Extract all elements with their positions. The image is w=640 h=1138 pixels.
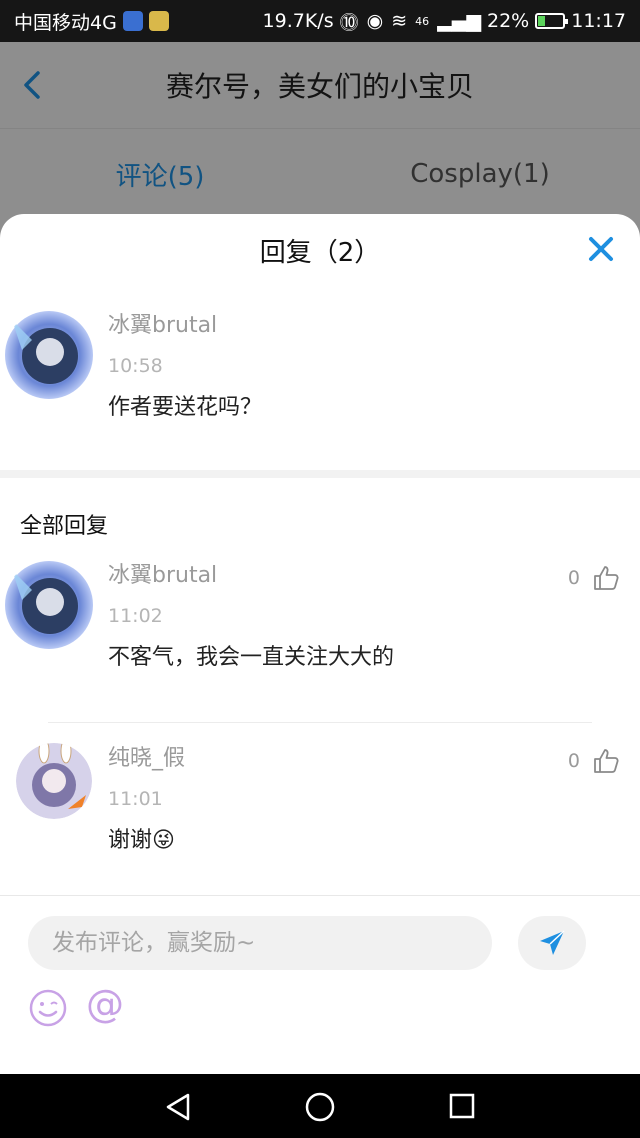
app-notification-icon [122,11,143,31]
status-bar: 中国移动4G 19.7K/s ⓾ ◉ ≋ 46 ▂▄▆ 22% 11:17 [0,0,640,42]
network-type-label: 46 [415,14,430,28]
system-nav-bar [0,1074,640,1138]
thumbs-up-icon [594,749,619,773]
data-icon: ⓾ [339,11,359,34]
signal-icon: ▂▄▆ [437,10,481,32]
comment-text: 作者要送花吗？ [108,395,263,420]
carrier-label: 中国移动4G [14,11,117,34]
battery-icon [535,13,569,29]
like-count: 0 [567,567,580,589]
reply-sheet: 回复（2） 冰翼brutal 10:58 作者要送花吗？ 全部回复 冰翼brut… [0,214,640,1074]
back-triangle-icon[interactable] [164,1092,192,1122]
close-icon[interactable] [586,234,616,264]
wifi-icon: ≋ [391,10,408,32]
comment-input[interactable]: 发布评论，赢奖励~ [28,916,492,970]
timestamp: 10:58 [108,355,163,377]
username[interactable]: 冰翼brutal [108,556,620,596]
app-notification-icon-2 [148,11,169,31]
like-button[interactable]: 0 [568,564,620,592]
username[interactable]: 冰翼brutal [108,306,620,346]
avatar[interactable] [16,743,92,819]
emoji-icon[interactable] [28,988,68,1028]
section-separator [0,470,640,478]
avatar[interactable] [4,310,94,400]
original-comment: 冰翼brutal 10:58 作者要送花吗？ [0,306,640,470]
send-button[interactable] [518,916,586,970]
timestamp: 11:01 [108,788,163,810]
network-speed: 19.7K/s [262,10,334,32]
status-right: 19.7K/s ⓾ ◉ ≋ 46 ▂▄▆ 22% 11:17 [263,8,626,35]
thumbs-up-icon [594,566,619,590]
at-icon[interactable]: @ [86,982,124,1026]
status-left: 中国移动4G [14,8,169,35]
clock: 11:17 [571,10,626,32]
battery-percent: 22% [487,10,530,32]
recents-square-icon[interactable] [448,1092,476,1120]
reply-text: 谢谢😜 [108,828,175,853]
reply-item: 冰翼brutal 11:02 不客气，我会一直关注大大的 0 [0,556,640,706]
comment-composer: 发布评论，赢奖励~ @ [0,895,640,1074]
avatar[interactable] [4,560,94,650]
send-icon [540,930,565,955]
username[interactable]: 纯晓_假 [108,739,620,779]
timestamp: 11:02 [108,605,163,627]
all-replies-heading: 全部回复 [20,514,109,539]
reply-item: 纯晓_假 11:01 谢谢😜 0 [0,739,640,889]
eye-icon: ◉ [366,10,384,32]
sheet-header: 回复（2） [0,214,640,286]
reply-text: 不客气，我会一直关注大大的 [108,645,395,670]
divider [48,722,592,723]
sheet-title: 回复（2） [259,237,381,268]
like-button[interactable]: 0 [568,747,620,775]
like-count: 0 [567,750,580,772]
home-circle-icon[interactable] [304,1091,336,1123]
